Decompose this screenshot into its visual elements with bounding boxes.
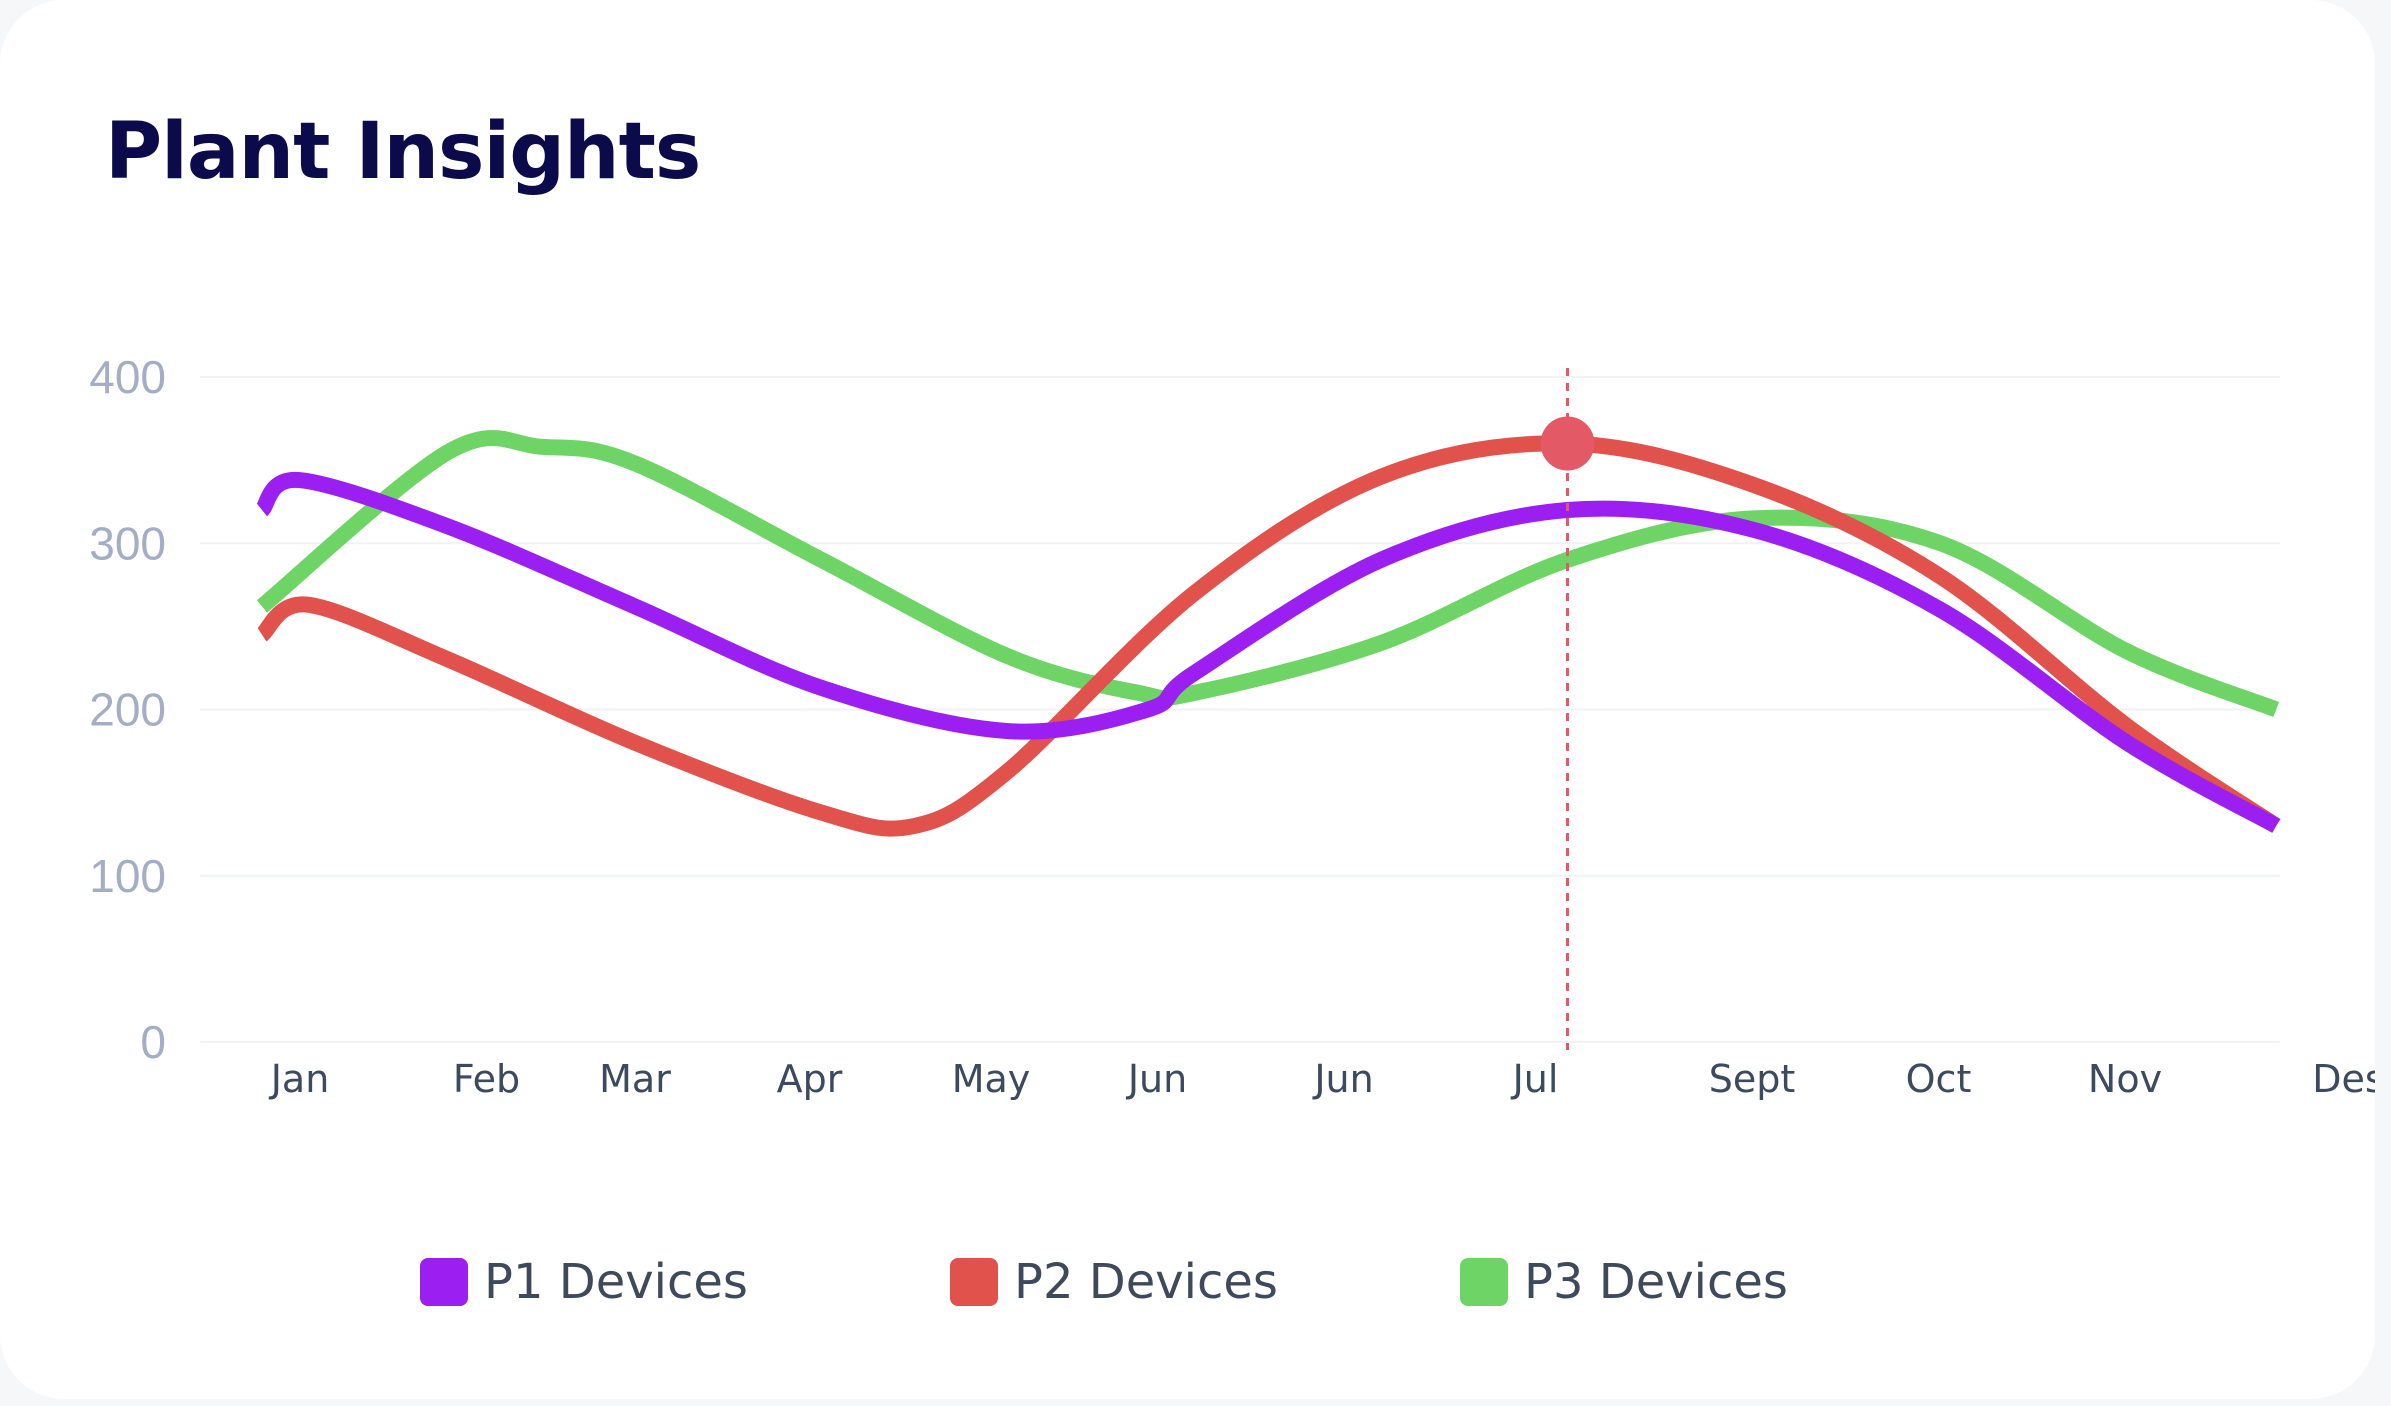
x-tick-jan-0: Jan — [269, 1057, 330, 1101]
legend: P1 Devices P2 Devices P3 Devices — [420, 1250, 1920, 1314]
legend-label-p1: P1 Devices — [484, 1254, 748, 1310]
x-tick-nov-10: Nov — [2088, 1057, 2162, 1101]
x-tick-jun-6: Jun — [1312, 1057, 1373, 1101]
y-tick-300: 300 — [89, 517, 166, 569]
x-tick-jul-7: Jul — [1511, 1057, 1559, 1101]
y-tick-200: 200 — [89, 684, 166, 736]
x-tick-oct-9: Oct — [1906, 1057, 1972, 1101]
legend-label-p2: P2 Devices — [1014, 1254, 1278, 1310]
chart-card: Plant Insights 0 100 200 300 400 Jan Feb Mar Apr… — [0, 0, 2375, 1399]
line-chart: 0 100 200 300 400 Jan Feb Mar Apr May Jun Jun Jul Sep… — [89, 351, 2375, 1101]
legend-item-p1[interactable]: P1 Devices — [420, 1250, 748, 1314]
x-tick-jun-5: Jun — [1126, 1057, 1187, 1101]
x-tick-des-11: Des — [2312, 1057, 2375, 1101]
legend-label-p3: P3 Devices — [1524, 1254, 1788, 1310]
legend-swatch-p1 — [420, 1258, 468, 1306]
x-tick-may-4: May — [952, 1057, 1031, 1101]
legend-item-p3[interactable]: P3 Devices — [1460, 1250, 1788, 1314]
legend-swatch-p2 — [950, 1258, 998, 1306]
legend-swatch-p3 — [1460, 1258, 1508, 1306]
x-tick-mar-2: Mar — [599, 1057, 671, 1101]
y-tick-0: 0 — [140, 1016, 166, 1068]
x-tick-apr-3: Apr — [777, 1057, 843, 1101]
legend-item-p2[interactable]: P2 Devices — [950, 1250, 1278, 1314]
x-tick-sept-8: Sept — [1709, 1057, 1796, 1101]
y-tick-100: 100 — [89, 850, 166, 902]
highlight-point — [1540, 416, 1595, 471]
x-tick-feb-1: Feb — [453, 1057, 520, 1101]
y-tick-400: 400 — [89, 351, 166, 403]
